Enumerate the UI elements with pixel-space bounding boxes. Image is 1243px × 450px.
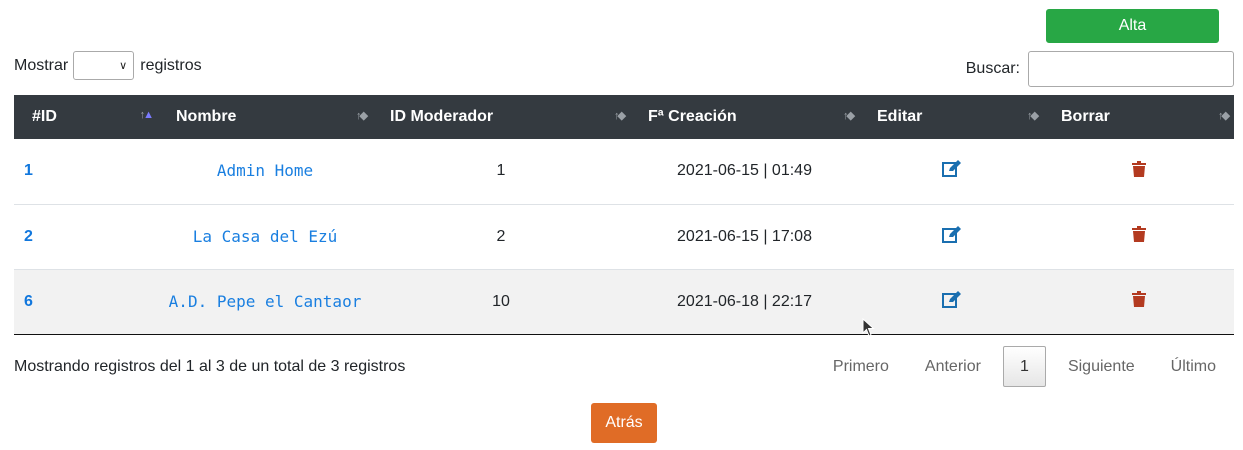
sort-icon: ↑◆ <box>1218 110 1230 122</box>
search-label: Buscar: <box>965 60 1020 77</box>
add-button[interactable]: Alta <box>1046 9 1219 43</box>
page-length-control: Mostrar ∨ registros <box>14 51 202 80</box>
table-row: 2 La Casa del Ezú 2 2021-06-15 | 17:08 <box>14 204 1234 270</box>
pagination-previous[interactable]: Anterior <box>907 346 999 387</box>
column-header-created[interactable]: Fª Creación ↑◆ <box>630 95 859 139</box>
table-header-row: #ID ↑▲ Nombre ↑◆ ID Moderador ↑◆ Fª Creació… <box>14 95 1234 139</box>
mouse-cursor-icon <box>862 318 875 337</box>
row-name-link[interactable]: A.D. Pepe el Cantaor <box>169 292 362 311</box>
row-id-link[interactable]: 6 <box>24 293 33 310</box>
row-id-link[interactable]: 2 <box>24 228 33 245</box>
length-prefix: Mostrar <box>14 56 69 74</box>
column-header-delete[interactable]: Borrar ↑◆ <box>1043 95 1234 139</box>
data-table: #ID ↑▲ Nombre ↑◆ ID Moderador ↑◆ Fª Creació… <box>14 95 1234 335</box>
length-suffix: registros <box>140 56 202 74</box>
edit-icon[interactable] <box>941 225 961 248</box>
pagination: Primero Anterior 1 Siguiente Último <box>815 346 1234 387</box>
row-created: 2021-06-15 | 01:49 <box>630 139 859 205</box>
column-header-id[interactable]: #ID ↑▲ <box>14 95 158 139</box>
pagination-last[interactable]: Último <box>1153 346 1234 387</box>
trash-icon[interactable] <box>1131 291 1146 312</box>
row-moderator-id: 2 <box>372 204 630 270</box>
trash-icon[interactable] <box>1131 160 1146 182</box>
trash-icon[interactable] <box>1131 226 1146 247</box>
edit-icon[interactable] <box>941 290 961 313</box>
column-header-moderator[interactable]: ID Moderador ↑◆ <box>372 95 630 139</box>
search-input[interactable] <box>1028 51 1234 87</box>
sort-icon: ↑◆ <box>843 110 855 122</box>
chevron-down-icon: ∨ <box>119 60 128 72</box>
pagination-first[interactable]: Primero <box>815 346 907 387</box>
column-header-edit[interactable]: Editar ↑◆ <box>859 95 1043 139</box>
sort-icon: ↑▲ <box>139 109 154 121</box>
back-button[interactable]: Atrás <box>591 403 657 443</box>
sort-icon: ↑◆ <box>356 110 368 122</box>
table-info: Mostrando registros del 1 al 3 de un tot… <box>14 358 406 375</box>
row-name-link[interactable]: La Casa del Ezú <box>193 227 338 246</box>
page-length-select[interactable]: ∨ <box>73 51 135 80</box>
row-id-link[interactable]: 1 <box>24 162 33 179</box>
row-moderator-id: 1 <box>372 139 630 205</box>
search-control: Buscar: <box>966 51 1234 87</box>
column-header-name[interactable]: Nombre ↑◆ <box>158 95 372 139</box>
row-created: 2021-06-18 | 22:17 <box>630 269 859 335</box>
table-row: 6 A.D. Pepe el Cantaor 10 2021-06-18 | 2… <box>14 269 1234 335</box>
row-name-link[interactable]: Admin Home <box>217 161 313 180</box>
pagination-current-page[interactable]: 1 <box>1002 346 1046 387</box>
row-moderator-id: 10 <box>372 269 630 335</box>
sort-icon: ↑◆ <box>1027 110 1039 122</box>
table-row: 1 Admin Home 1 2021-06-15 | 01:49 <box>14 139 1234 205</box>
sort-icon: ↑◆ <box>614 110 626 122</box>
edit-icon[interactable] <box>941 160 961 182</box>
pagination-next[interactable]: Siguiente <box>1050 346 1153 387</box>
row-created: 2021-06-15 | 17:08 <box>630 204 859 270</box>
